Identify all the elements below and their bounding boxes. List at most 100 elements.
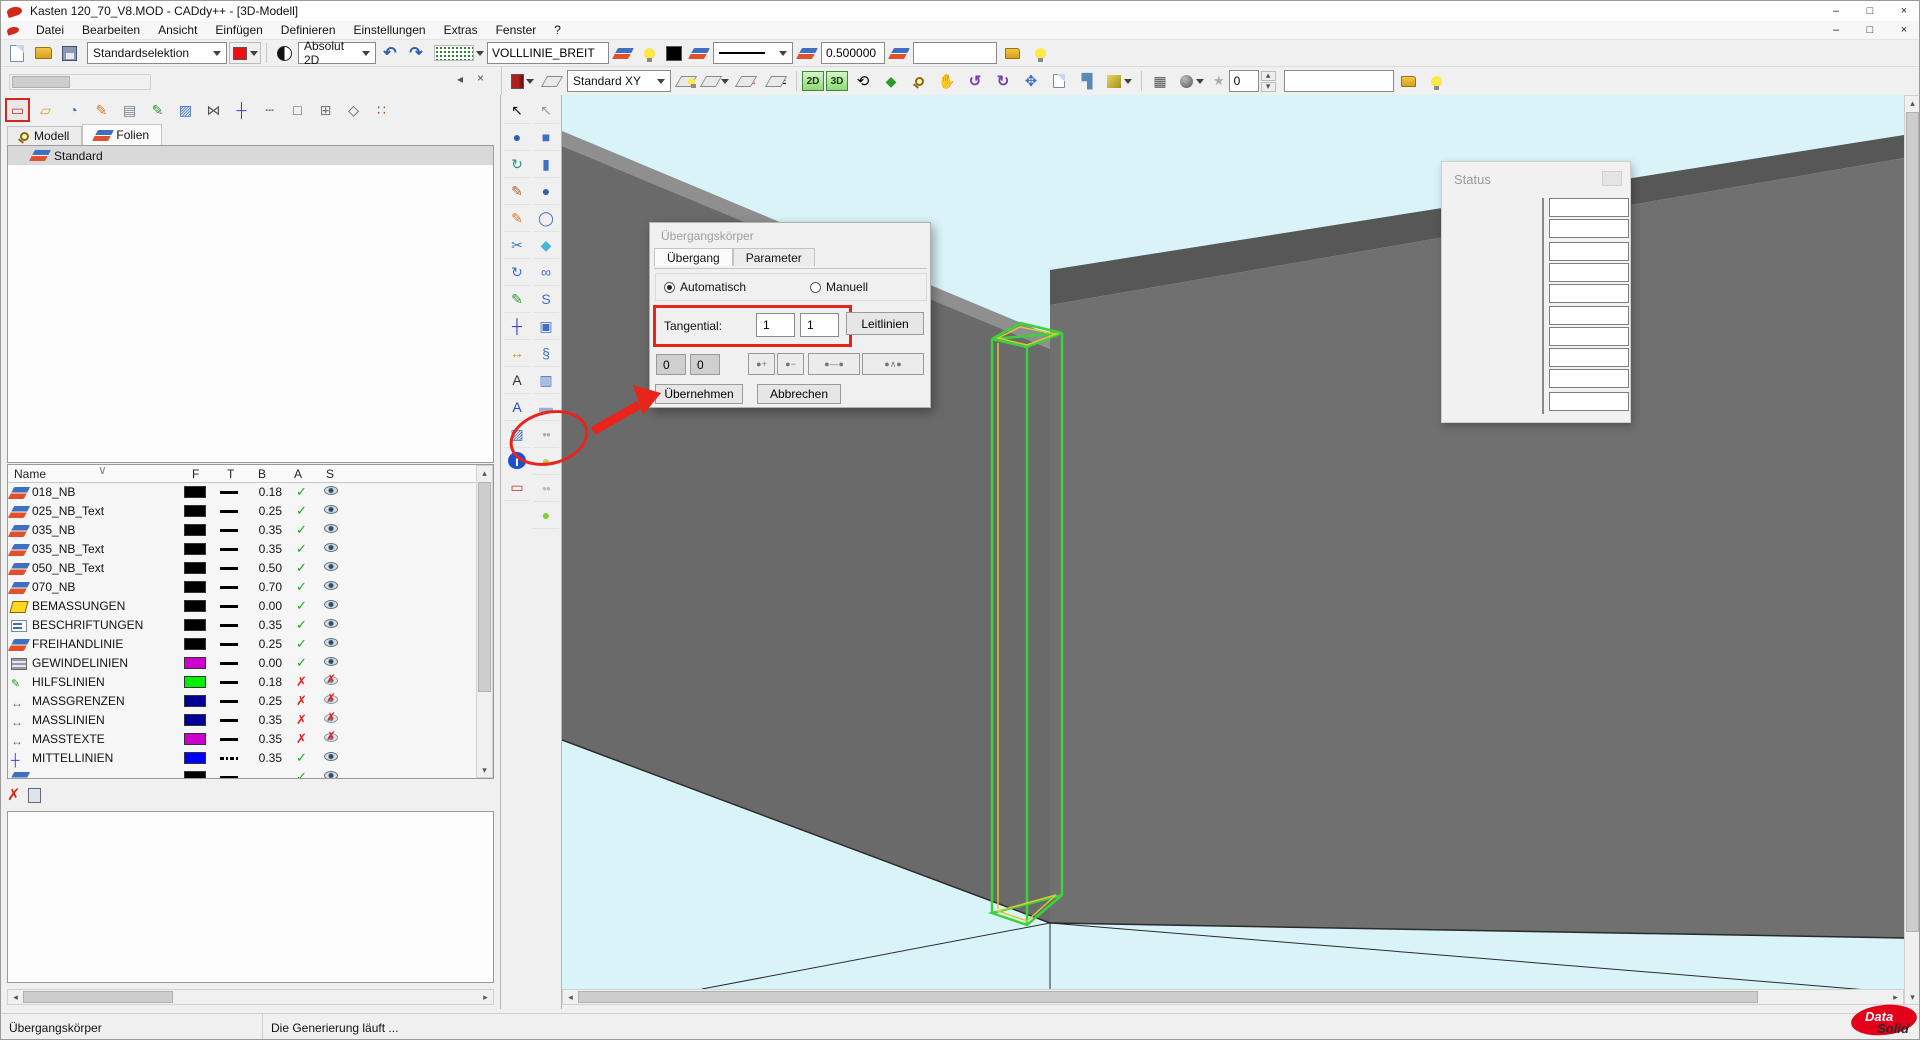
shade-mode-button[interactable] — [1102, 69, 1136, 93]
count-field-1[interactable] — [656, 354, 686, 375]
eraser-icon[interactable]: ▭ — [504, 474, 530, 501]
mirror-icon[interactable]: ⋈ — [201, 98, 226, 122]
layer-row[interactable]: 035_NB_Text0.35✓ — [8, 540, 478, 559]
rotate-icon[interactable]: ↻ — [504, 259, 530, 286]
layer-active-check[interactable]: ✓ — [296, 655, 307, 671]
selection-mode-select[interactable]: Standardselektion — [87, 42, 227, 64]
layer-row[interactable]: 050_NB_Text0.50✓ — [8, 559, 478, 578]
hatch-icon[interactable]: ▨ — [173, 98, 198, 122]
status-field[interactable] — [1549, 242, 1629, 261]
layer-active-check[interactable]: ✓ — [296, 484, 307, 500]
hatch-toggle-button[interactable]: ▦ — [1147, 69, 1173, 93]
status-field[interactable] — [1549, 369, 1629, 388]
shell-icon[interactable]: ▥ — [533, 367, 559, 394]
group-button[interactable] — [999, 41, 1025, 65]
selection-color-button[interactable] — [229, 42, 261, 64]
maximize-button[interactable]: □ — [1853, 2, 1887, 20]
box-icon[interactable]: ■ — [533, 124, 559, 151]
rotate-left-button[interactable]: ↺ — [962, 69, 988, 93]
coil-icon[interactable]: § — [533, 340, 559, 367]
point-cross-icon[interactable]: ┼ — [504, 313, 530, 340]
layer-active-check[interactable]: ✓ — [296, 503, 307, 519]
layer-linestyle[interactable] — [220, 681, 238, 684]
layer-color-swatch[interactable] — [184, 562, 206, 574]
spheres-icon[interactable]: ●● — [533, 421, 559, 448]
column-header-b[interactable]: B — [258, 467, 266, 481]
prism-icon[interactable]: ◆ — [533, 232, 559, 259]
layer-color-swatch[interactable] — [184, 486, 206, 498]
point-add-button[interactable]: ●+ — [748, 353, 775, 375]
layer-active-check[interactable]: ✓ — [296, 541, 307, 557]
column-header-f[interactable]: F — [192, 467, 199, 481]
transition-body-icon[interactable]: ▣ — [533, 313, 559, 340]
scroll-up-icon[interactable]: ▴ — [1905, 96, 1920, 110]
node-edit-icon[interactable]: ✎ — [504, 178, 530, 205]
scroll-right-icon[interactable]: ▸ — [1888, 990, 1903, 1004]
zoom-window-button[interactable] — [906, 69, 932, 93]
zoom-all-button[interactable]: ✥ — [1018, 69, 1044, 93]
layer-active-cross[interactable]: ✗ — [296, 731, 307, 747]
layer-color-swatch[interactable] — [184, 733, 206, 745]
menu-bearbeiten[interactable]: Bearbeiten — [73, 22, 149, 38]
helper-pencil-icon[interactable]: ✎ — [145, 98, 170, 122]
menu-ansicht[interactable]: Ansicht — [149, 22, 206, 38]
folder-transfer-icon[interactable]: ▱ — [33, 98, 58, 122]
scroll-left-icon[interactable]: ◂ — [563, 990, 578, 1004]
scroll-left-icon[interactable]: ◂ — [8, 990, 23, 1004]
sphere-icon[interactable]: ● — [533, 178, 559, 205]
layer-row[interactable]: ✓ — [8, 768, 478, 778]
radio-automatisch[interactable]: Automatisch — [664, 280, 746, 294]
centerline-icon[interactable]: ┼ — [229, 98, 254, 122]
torus-icon[interactable]: ◯ — [533, 205, 559, 232]
menu-einstellungen[interactable]: Einstellungen — [345, 22, 435, 38]
workplane-book-button[interactable] — [507, 69, 537, 93]
group-name-input[interactable] — [913, 42, 997, 64]
tab-parameter[interactable]: Parameter — [733, 248, 815, 266]
layer-active-check[interactable]: ✓ — [296, 750, 307, 766]
status-field[interactable] — [1549, 284, 1629, 303]
layer-active-cross[interactable]: ✗ — [296, 674, 307, 690]
zoom-solid-button[interactable]: ◆ — [878, 69, 904, 93]
delete-marker-icon[interactable]: ✗ — [7, 785, 20, 805]
iso-box-icon[interactable]: ◇ — [341, 98, 366, 122]
slab-icon[interactable]: ▬ — [533, 394, 559, 421]
layer-row[interactable]: BESCHRIFTUNGEN0.35✓ — [8, 616, 478, 635]
layer-linestyle[interactable] — [220, 605, 238, 608]
render-button[interactable]: ▜ — [1074, 69, 1100, 93]
workplane-button[interactable] — [539, 69, 565, 93]
status-field[interactable] — [1549, 392, 1629, 411]
clipboard-icon[interactable] — [28, 788, 41, 803]
layer-color-swatch[interactable] — [184, 581, 206, 593]
point-remove-button[interactable]: ●− — [777, 353, 804, 375]
sphere-yellow-icon[interactable]: ● — [533, 448, 559, 475]
layer-row[interactable]: FREIHANDLINIE0.25✓ — [8, 635, 478, 654]
layer-row[interactable]: HILFSLINIEN0.18✗✗ — [8, 673, 478, 692]
assign-color-layer-button[interactable] — [687, 41, 711, 65]
layer-linestyle[interactable] — [220, 586, 238, 589]
status-field[interactable] — [1549, 263, 1629, 282]
coord-mode-select[interactable]: Absolut 2D — [298, 42, 376, 64]
menu-definieren[interactable]: Definieren — [272, 22, 345, 38]
layer-linestyle[interactable] — [220, 776, 238, 778]
layer-color-swatch[interactable] — [184, 524, 206, 536]
label-icon[interactable]: A — [504, 367, 530, 394]
layer-active-check[interactable]: ✓ — [296, 579, 307, 595]
group-light-button[interactable] — [1027, 41, 1053, 65]
tab-uebergang[interactable]: Übergang — [654, 248, 733, 266]
menu-?[interactable]: ? — [545, 22, 570, 38]
dock-collapse-button[interactable]: ◂ — [457, 72, 463, 86]
column-header-name[interactable]: Name — [14, 467, 46, 481]
apply-button[interactable]: Übernehmen — [655, 384, 743, 404]
menu-fenster[interactable]: Fenster — [487, 22, 546, 38]
layer-linestyle[interactable] — [220, 643, 238, 646]
tab-modell[interactable]: Modell — [7, 126, 82, 145]
layer-linestyle[interactable] — [220, 719, 238, 722]
hatch-icon[interactable]: ▨ — [504, 421, 530, 448]
pencil-green-icon[interactable]: ✎ — [504, 286, 530, 313]
layer-active-check[interactable]: ✓ — [296, 522, 307, 538]
color-swatch-button[interactable] — [663, 41, 685, 65]
layer-color-swatch[interactable] — [184, 714, 206, 726]
view-2d-button[interactable]: 2D — [802, 71, 824, 91]
rotate-right-button[interactable]: ↻ — [990, 69, 1016, 93]
viewport-3d[interactable]: Status Übergangskörper Übergang Paramete… — [562, 95, 1904, 989]
